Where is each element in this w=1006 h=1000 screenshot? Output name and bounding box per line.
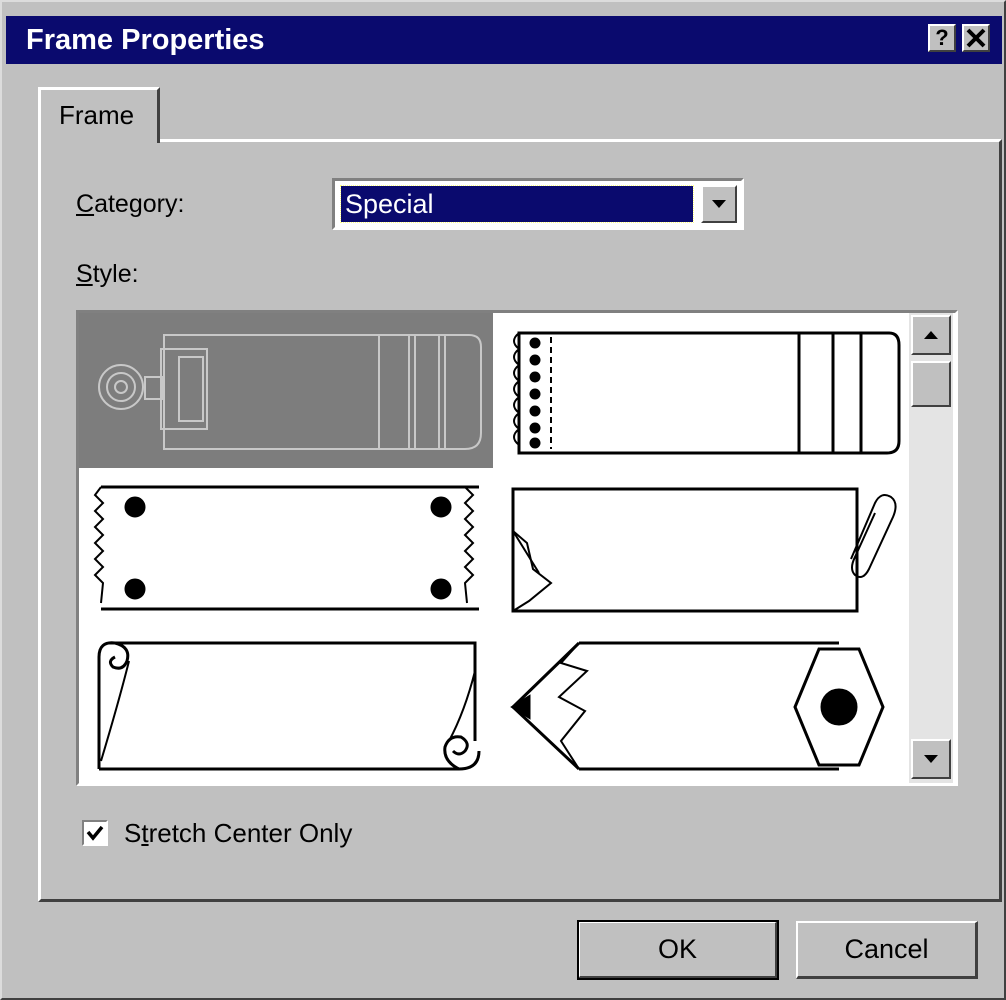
binder-clip-frame-icon bbox=[98, 334, 482, 450]
style-item-pencil[interactable] bbox=[499, 631, 913, 786]
arrow-down-icon bbox=[924, 755, 938, 763]
category-label: Category: bbox=[76, 190, 185, 218]
scroll-frame-icon bbox=[97, 641, 481, 771]
arrow-up-icon bbox=[924, 331, 938, 339]
stretch-center-only-checkbox[interactable] bbox=[82, 820, 108, 846]
tab-frame[interactable]: Frame bbox=[38, 87, 160, 143]
scroll-down-button[interactable] bbox=[911, 739, 951, 779]
tab-frame-label: Frame bbox=[59, 100, 135, 130]
title-bar: Frame Properties ? bbox=[6, 16, 1002, 64]
checkmark-icon bbox=[86, 825, 104, 841]
close-icon bbox=[966, 28, 986, 48]
style-item-spiral-notebook[interactable] bbox=[499, 313, 913, 468]
category-selected-value: Special bbox=[340, 185, 694, 223]
close-button[interactable] bbox=[962, 24, 990, 52]
ok-button[interactable]: OK bbox=[577, 920, 779, 980]
pencil-frame-icon bbox=[510, 641, 885, 771]
style-item-binder-clip[interactable] bbox=[79, 313, 493, 468]
cancel-button[interactable]: Cancel bbox=[796, 921, 978, 979]
scroll-thumb[interactable] bbox=[911, 361, 951, 407]
spiral-notebook-frame-icon bbox=[513, 331, 901, 455]
style-list bbox=[76, 310, 958, 786]
category-dropdown-button[interactable] bbox=[701, 185, 737, 223]
help-button[interactable]: ? bbox=[928, 24, 956, 52]
chevron-down-icon bbox=[712, 200, 726, 208]
category-dropdown[interactable]: Special bbox=[332, 178, 744, 230]
stretch-center-only-label[interactable]: Stretch Center Only bbox=[124, 818, 352, 849]
torn-tape-frame-icon bbox=[93, 485, 479, 611]
style-item-torn-tape[interactable] bbox=[79, 473, 493, 628]
scroll-up-button[interactable] bbox=[911, 315, 951, 355]
style-list-scrollbar[interactable] bbox=[909, 313, 953, 783]
style-item-paperclip[interactable] bbox=[499, 473, 913, 628]
paperclip-frame-icon bbox=[511, 487, 897, 613]
frame-properties-dialog: Frame Properties ? Frame Category: Speci… bbox=[0, 0, 1006, 1000]
style-label: Style: bbox=[76, 260, 139, 288]
style-item-scroll[interactable] bbox=[79, 631, 493, 786]
window-title: Frame Properties bbox=[26, 24, 265, 56]
